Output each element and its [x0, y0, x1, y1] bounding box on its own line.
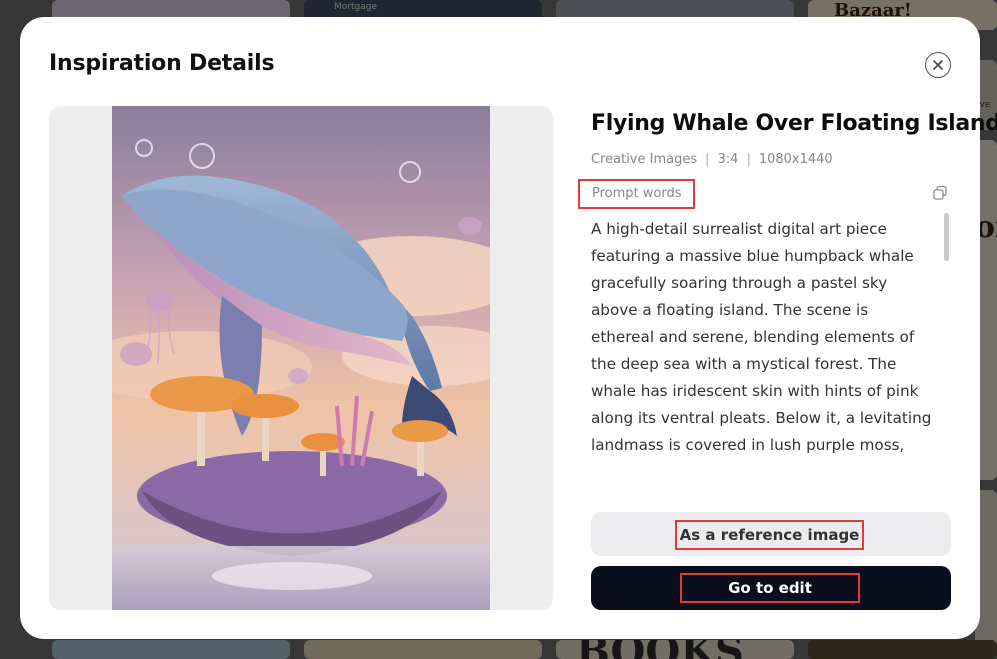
- copy-icon[interactable]: [932, 185, 948, 201]
- detail-info: Flying Whale Over Floating Island Creati…: [591, 111, 997, 167]
- meta-separator: |: [705, 152, 710, 167]
- resolution-label: 1080x1440: [758, 152, 833, 167]
- prompt-text: A high-detail surrealist digital art pie…: [591, 220, 932, 454]
- prompt-words-label: Prompt words: [578, 179, 695, 209]
- meta-separator: |: [746, 152, 751, 167]
- prompt-scrollbar[interactable]: [944, 213, 949, 261]
- inspiration-details-modal: Inspiration Details Flying Whale Over Fl…: [20, 17, 997, 639]
- ratio-label: 3:4: [717, 152, 739, 167]
- close-button[interactable]: [925, 52, 951, 78]
- reference-image-label: As a reference image: [675, 520, 864, 550]
- modal-title: Inspiration Details: [49, 51, 275, 76]
- reference-image-button[interactable]: As a reference image: [591, 512, 951, 556]
- whale-artwork: [112, 106, 490, 610]
- artwork-title: Flying Whale Over Floating Island: [591, 111, 997, 136]
- go-to-edit-button[interactable]: Go to edit: [591, 566, 951, 610]
- image-preview: [49, 106, 553, 610]
- close-icon: [933, 60, 943, 70]
- go-to-edit-label: Go to edit: [680, 573, 860, 603]
- artwork-meta: Creative Images | 3:4 | 1080x1440: [591, 152, 951, 167]
- category-label: Creative Images: [591, 152, 698, 167]
